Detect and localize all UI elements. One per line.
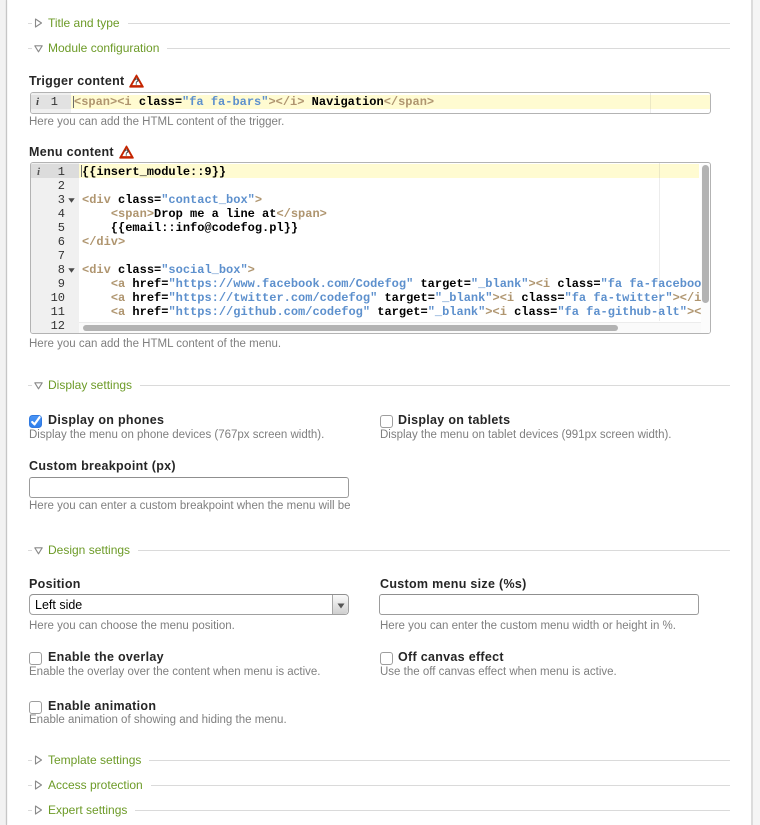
svg-text:?: ? (134, 77, 140, 87)
svg-text:?: ? (123, 148, 129, 158)
